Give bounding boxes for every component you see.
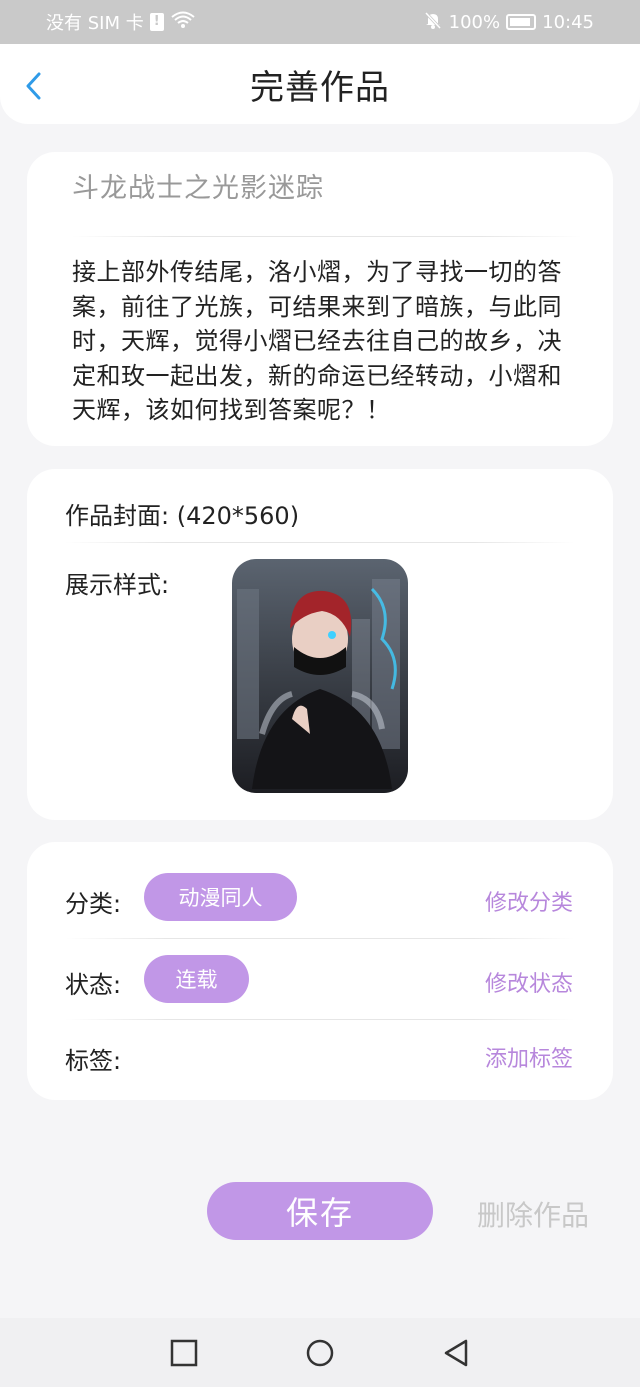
edit-status-link[interactable]: 修改状态 — [485, 966, 573, 998]
add-tag-link[interactable]: 添加标签 — [485, 1041, 573, 1073]
divider — [65, 542, 575, 543]
category-tag: 动漫同人 — [144, 873, 297, 921]
clock: 10:45 — [542, 11, 594, 33]
recent-apps-button[interactable] — [170, 1339, 198, 1367]
mute-bell-icon — [423, 10, 443, 35]
divider — [65, 1019, 575, 1020]
status-left: 没有 SIM 卡 ! — [46, 9, 196, 35]
tags-label: 标签: — [65, 1047, 122, 1075]
delete-work-button[interactable]: 删除作品 — [477, 1194, 589, 1234]
category-label: 分类: — [65, 890, 122, 918]
back-nav-button[interactable] — [442, 1339, 470, 1367]
wifi-icon — [170, 10, 196, 35]
battery-percent: 100% — [448, 11, 501, 33]
page-title: 完善作品 — [250, 67, 390, 108]
carrier-text: 没有 SIM 卡 — [46, 13, 144, 34]
status-right: 100% 10:45 — [423, 10, 594, 35]
system-nav-bar — [0, 1318, 640, 1387]
work-title[interactable]: 斗龙战士之光影迷踪 — [72, 166, 324, 205]
triangle-back-icon — [444, 1339, 468, 1367]
edit-category-link[interactable]: 修改分类 — [485, 885, 573, 917]
work-description[interactable]: 接上部外传结尾，洛小熠，为了寻找一切的答案，前往了光族，可结果来到了暗族，与此同… — [72, 255, 577, 428]
home-button[interactable] — [306, 1339, 334, 1367]
status-label: 状态: — [65, 971, 122, 999]
square-icon — [170, 1339, 198, 1367]
sim-alert-icon: ! — [149, 13, 164, 31]
display-style-label: 展示样式: — [65, 571, 170, 599]
status-tag: 连载 — [144, 955, 249, 1003]
circle-icon — [306, 1339, 334, 1367]
status-bar: 没有 SIM 卡 ! 100% 10:45 — [0, 0, 640, 44]
meta-card: 分类: 动漫同人 修改分类 状态: 连载 修改状态 标签: 添加标签 — [27, 842, 613, 1100]
back-button[interactable] — [20, 70, 50, 100]
cover-card: 作品封面: (420*560) 展示样式: — [27, 469, 613, 820]
header: 完善作品 — [0, 44, 640, 124]
work-info-card: 斗龙战士之光影迷踪 接上部外传结尾，洛小熠，为了寻找一切的答案，前往了光族，可结… — [27, 152, 613, 446]
battery-icon — [506, 14, 537, 30]
chevron-left-icon — [26, 72, 41, 100]
cover-label: 作品封面: (420*560) — [65, 502, 300, 530]
divider — [65, 938, 575, 939]
save-button[interactable]: 保存 — [207, 1182, 433, 1240]
cover-image[interactable] — [232, 559, 408, 793]
divider — [72, 236, 582, 237]
